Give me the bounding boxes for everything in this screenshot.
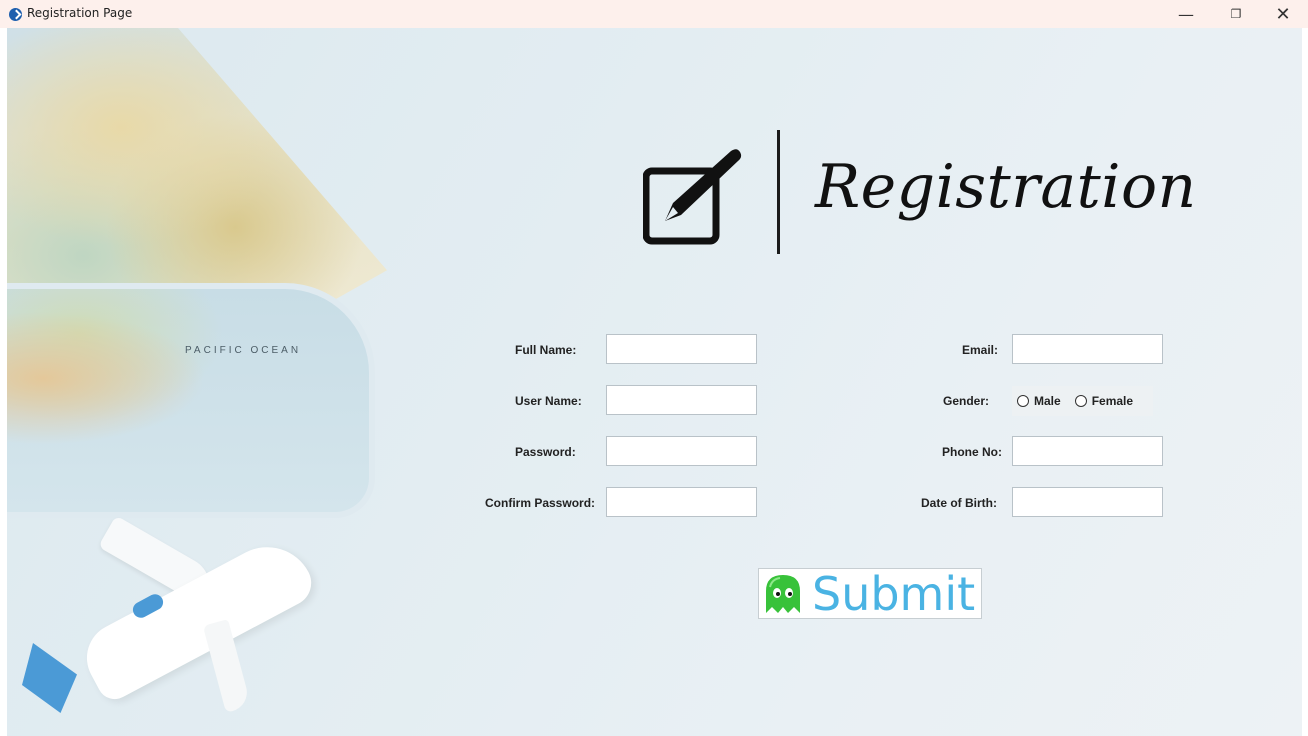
- map-ocean-label: PACIFIC OCEAN: [185, 345, 302, 356]
- app-icon: [9, 8, 22, 21]
- phone-label: Phone No:: [942, 445, 1002, 459]
- edit-icon: [643, 149, 742, 245]
- email-label: Email:: [962, 343, 999, 357]
- confirm-password-input[interactable]: [606, 487, 757, 517]
- registration-canvas: [7, 28, 1302, 736]
- confirm-password-label: Confirm Password:: [485, 496, 596, 510]
- ghost-icon: [766, 574, 800, 613]
- password-input[interactable]: [606, 436, 757, 466]
- airplane-image: [74, 530, 320, 706]
- email-input[interactable]: [1012, 334, 1163, 364]
- male-radio[interactable]: [1017, 395, 1029, 407]
- map-image: [7, 28, 387, 313]
- gender-option-female[interactable]: Female: [1074, 394, 1147, 408]
- window-titlebar: Registration Page — ❐ ✕: [0, 0, 1308, 28]
- male-radio-label: Male: [1034, 394, 1061, 408]
- password-label: Password:: [515, 445, 576, 459]
- airplane-wing-lower: [202, 619, 252, 713]
- gender-option-male[interactable]: Male: [1017, 394, 1075, 408]
- maximize-button[interactable]: ❐: [1214, 0, 1258, 28]
- header-divider: [777, 130, 780, 254]
- window-title: Registration Page: [27, 6, 133, 20]
- full-name-label: Full Name:: [515, 343, 577, 357]
- map-pouch-image: [7, 283, 375, 518]
- gender-label: Gender:: [943, 394, 990, 408]
- phone-input[interactable]: [1012, 436, 1163, 466]
- close-button[interactable]: ✕: [1261, 0, 1305, 28]
- gender-radio-group: Male Female: [1012, 386, 1153, 416]
- page-title: Registration: [815, 152, 1197, 222]
- submit-button-label: Submit: [812, 566, 976, 621]
- dob-label: Date of Birth:: [921, 496, 997, 510]
- user-name-label: User Name:: [515, 394, 582, 408]
- female-radio-label: Female: [1091, 394, 1134, 408]
- full-name-input[interactable]: [606, 334, 757, 364]
- minimize-button[interactable]: —: [1164, 0, 1208, 28]
- user-name-input[interactable]: [606, 385, 757, 415]
- female-radio[interactable]: [1074, 395, 1087, 407]
- airplane-tail: [22, 643, 77, 713]
- submit-button[interactable]: Submit: [758, 568, 982, 619]
- dob-input[interactable]: [1012, 487, 1163, 517]
